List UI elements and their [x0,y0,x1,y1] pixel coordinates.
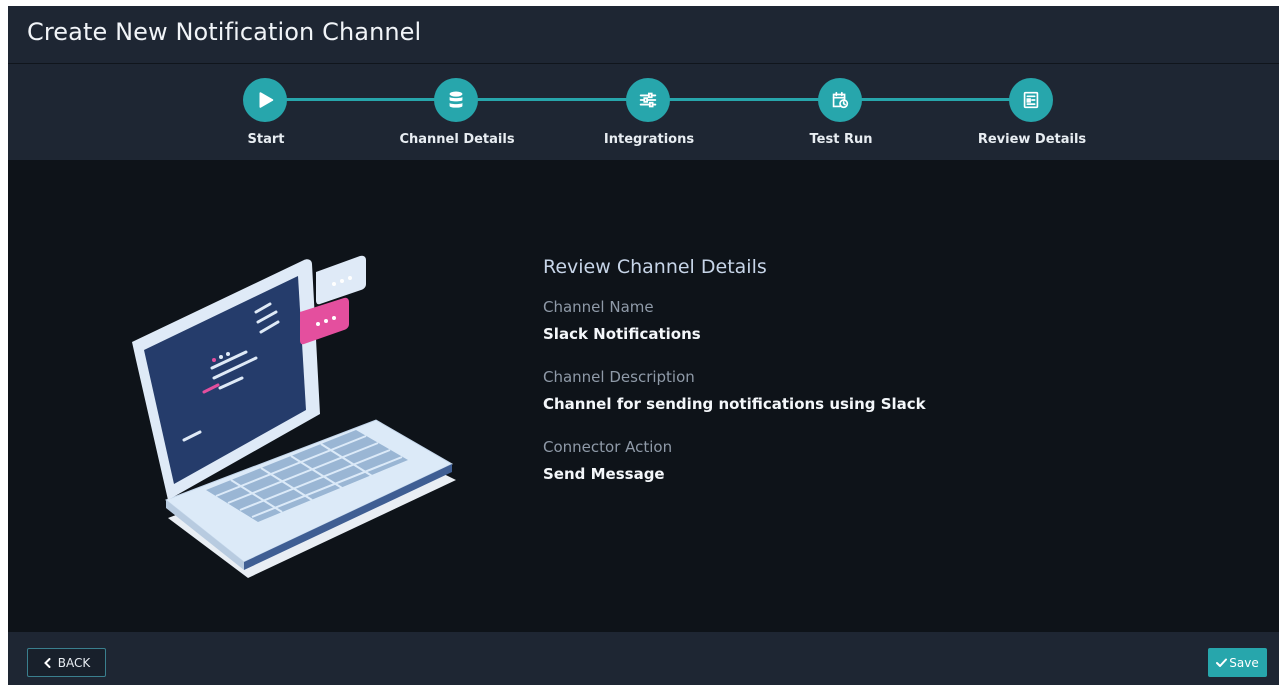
save-button-label: Save [1229,655,1259,670]
check-icon [1216,658,1228,667]
channel-name-value: Slack Notifications [543,325,701,343]
channel-name-label: Channel Name [543,298,654,316]
chevron-left-icon [43,657,51,668]
connector-action-value: Send Message [543,465,665,483]
review-title: Review Channel Details [543,256,767,278]
review-document-icon [1009,78,1053,122]
calendar-clock-icon [818,78,862,122]
step-review-details[interactable]: Review Details [952,64,1112,160]
back-button[interactable]: BACK [27,648,106,677]
step-label: Test Run [809,132,873,147]
step-label: Review Details [977,132,1087,147]
step-test-run[interactable]: Test Run [761,64,921,160]
footer: BACK Save [8,632,1279,685]
main-content: Review Channel Details Channel Name Slac… [8,160,1279,632]
header: Create New Notification Channel [8,6,1279,64]
review-details-panel: Review Channel Details Channel Name Slac… [543,256,926,508]
step-label: Channel Details [399,132,515,147]
sliders-icon [626,78,670,122]
channel-description-label: Channel Description [543,368,695,386]
step-label: Start [247,132,285,147]
wizard-stepper: Start Channel Details Integrations Test … [8,64,1279,160]
laptop-illustration [132,255,456,578]
back-button-label: BACK [57,655,91,670]
step-channel-details[interactable]: Channel Details [377,64,537,160]
app-window: Create New Notification Channel Start Ch… [8,6,1279,685]
play-icon [243,78,287,122]
step-start[interactable]: Start [186,64,346,160]
step-integrations[interactable]: Integrations [569,64,729,160]
channel-description-value: Channel for sending notifications using … [543,395,926,413]
step-label: Integrations [603,132,695,147]
database-icon [434,78,478,122]
save-button[interactable]: Save [1208,648,1267,677]
connector-action-label: Connector Action [543,438,673,456]
page-title: Create New Notification Channel [27,18,422,46]
